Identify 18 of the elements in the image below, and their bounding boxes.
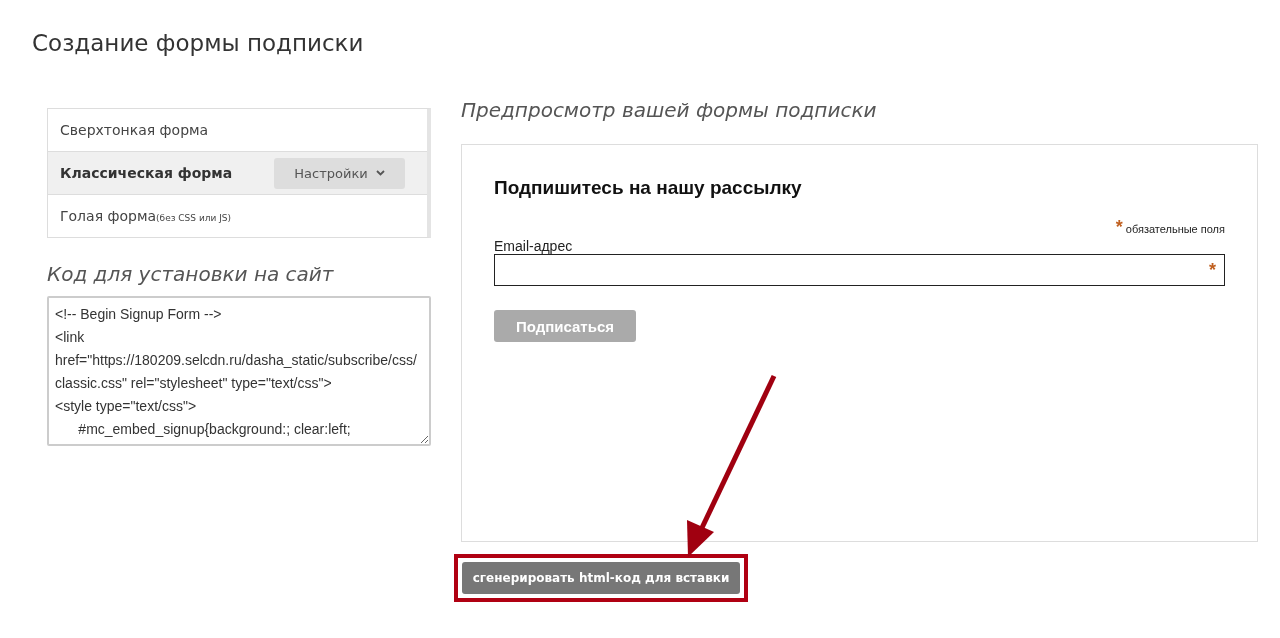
code-textarea[interactable]: <!-- Begin Signup Form --> <link href="https://180209.selcdn.ru/dasha_static/subscribe/css/classic.css" rel="stylesheet" type="text/css"> <style type="text/css"> #mc_embed_signup{background:; clear:left;	[47, 296, 431, 446]
settings-dropdown-button[interactable]: Настройки	[274, 157, 405, 189]
required-note: обязательные поля	[1125, 223, 1225, 235]
generate-code-button[interactable]: сгенерировать html-код для вставки	[462, 562, 740, 594]
required-asterisk: *	[1115, 217, 1123, 237]
form-type-label: Сверхтонкая форма	[60, 122, 209, 138]
form-type-item[interactable]: Классическая форма Настройки	[48, 151, 427, 194]
form-type-label: Классическая форма	[60, 165, 233, 181]
form-type-label: Голая форма(без CSS или JS)	[60, 208, 232, 224]
form-type-item[interactable]: Сверхтонкая форма	[48, 109, 427, 151]
code-section-title: Код для установки на сайт	[47, 262, 335, 286]
form-title: Подпишитесь на нашу рассылку	[494, 177, 803, 199]
email-label: Email-адрес	[494, 238, 574, 254]
page-title: Создание формы подписки	[32, 29, 365, 58]
email-input-field[interactable]: *	[494, 254, 1225, 286]
preview-title: Предпросмотр вашей формы подписки	[461, 98, 878, 122]
form-type-item[interactable]: Голая форма(без CSS или JS)	[48, 194, 427, 237]
chevron-down-icon	[375, 170, 385, 176]
